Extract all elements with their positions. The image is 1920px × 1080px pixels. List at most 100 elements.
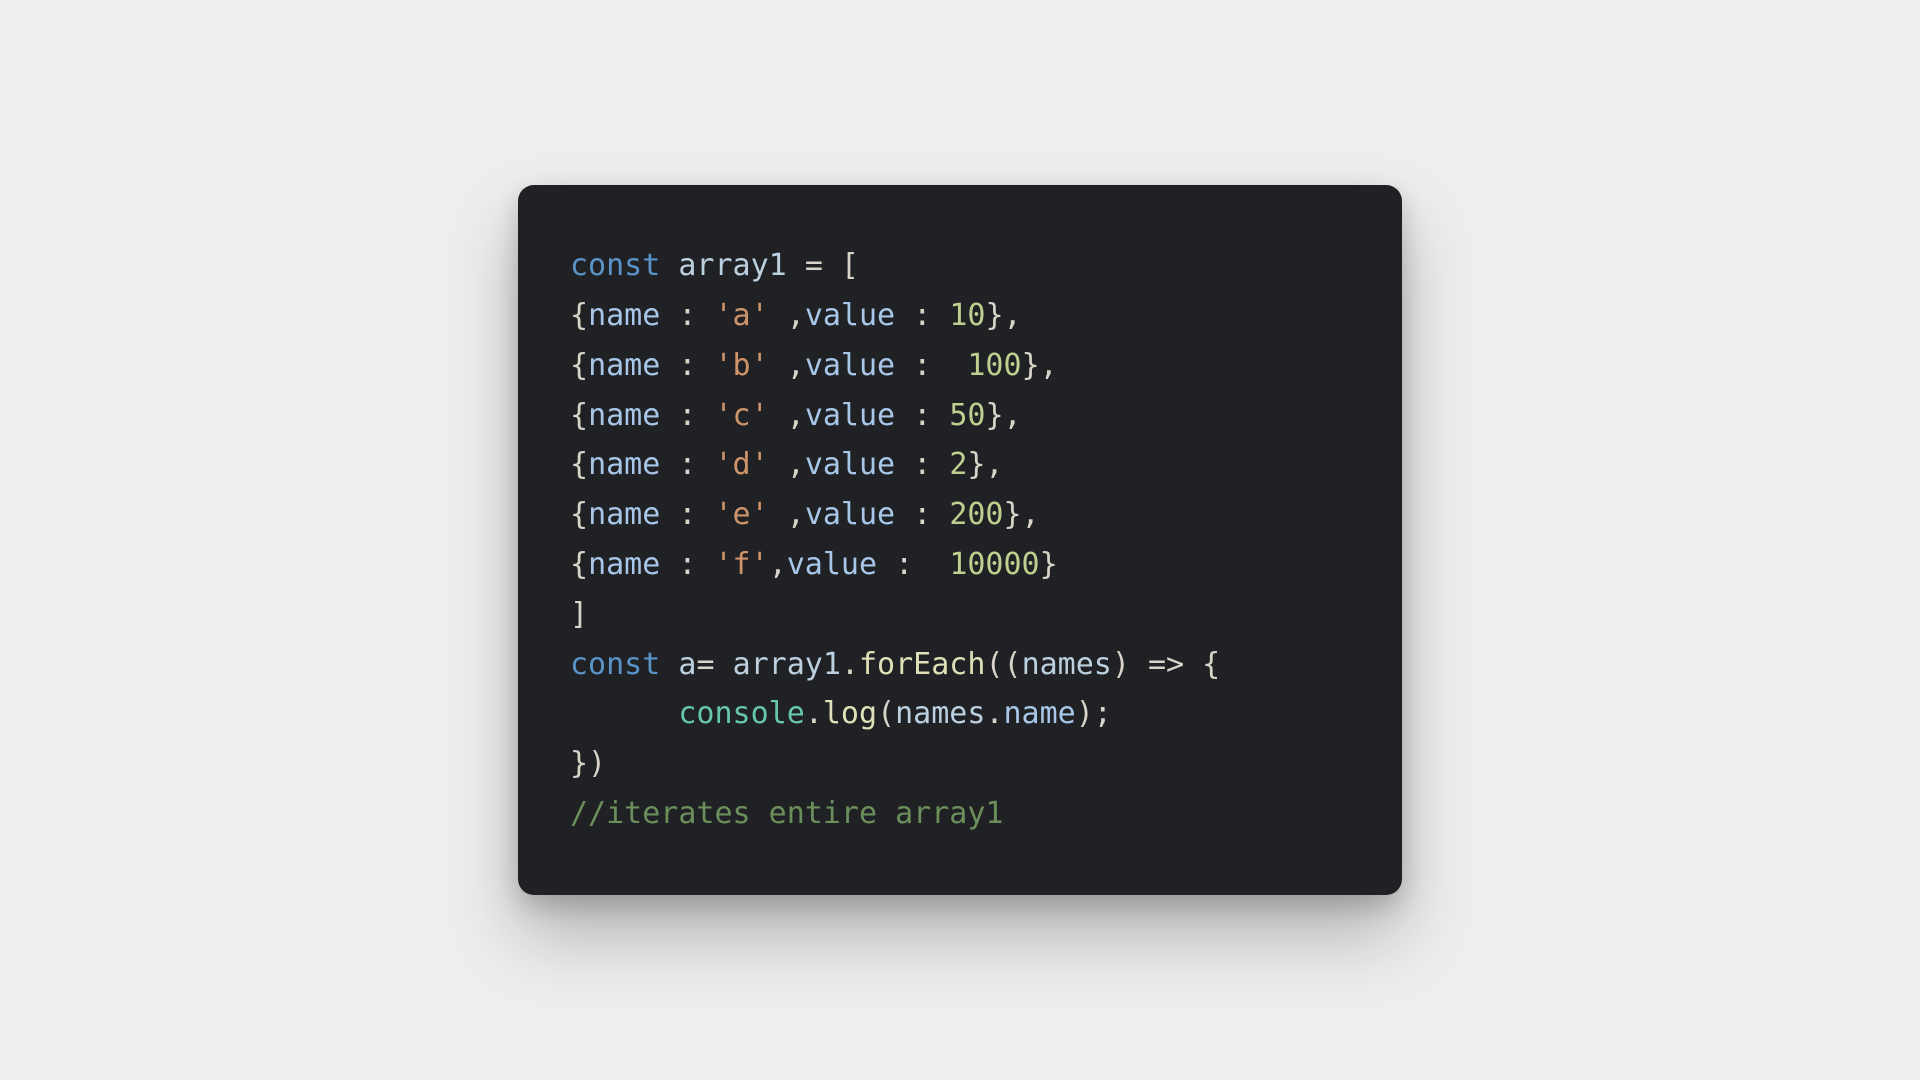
code-token: :: [678, 447, 696, 482]
code-token: [931, 298, 949, 333]
code-token: [913, 547, 949, 582]
code-token: =>: [1148, 647, 1184, 682]
code-line: {name : 'c' ,value : 50},: [570, 398, 1022, 433]
code-card: const array1 = [ {name : 'a' ,value : 10…: [518, 185, 1402, 895]
code-token: [660, 298, 678, 333]
code-token: [895, 298, 913, 333]
code-token: name: [588, 298, 660, 333]
code-token: },: [985, 298, 1021, 333]
code-token: },: [967, 447, 1003, 482]
code-token: [696, 348, 714, 383]
code-token: {: [570, 298, 588, 333]
code-token: [931, 398, 949, 433]
code-token: ,: [769, 348, 805, 383]
code-token: [696, 447, 714, 482]
code-token: [660, 398, 678, 433]
code-token: }: [1040, 547, 1058, 582]
code-token: 100: [967, 348, 1021, 383]
code-token: [877, 547, 895, 582]
code-token: =: [805, 248, 823, 283]
code-token: [660, 447, 678, 482]
code-token: :: [678, 547, 696, 582]
code-token: forEach: [859, 647, 985, 682]
code-token: name: [588, 497, 660, 532]
code-token: const: [570, 248, 678, 283]
code-token: :: [913, 298, 931, 333]
code-line: {name : 'e' ,value : 200},: [570, 497, 1040, 532]
code-token: [895, 497, 913, 532]
code-line: const array1 = [: [570, 248, 859, 283]
code-token: :: [678, 497, 696, 532]
code-token: },: [1004, 497, 1040, 532]
code-token: {: [570, 497, 588, 532]
code-token: 'd': [715, 447, 769, 482]
code-line: }): [570, 746, 606, 781]
code-token: console: [678, 696, 804, 731]
code-token: [660, 547, 678, 582]
code-token: [787, 248, 805, 283]
code-token: [570, 696, 678, 731]
code-token: name: [588, 398, 660, 433]
code-token: ,: [769, 447, 805, 482]
code-token: value: [805, 298, 895, 333]
code-token: [696, 547, 714, 582]
code-token: value: [805, 348, 895, 383]
code-block: const array1 = [ {name : 'a' ,value : 10…: [570, 241, 1350, 839]
code-token: (: [877, 696, 895, 731]
code-line: const a= array1.forEach((names) => {: [570, 647, 1220, 682]
code-line: console.log(names.name);: [570, 696, 1112, 731]
code-line: ]: [570, 597, 588, 632]
code-token: ,: [769, 547, 787, 582]
code-token: {: [570, 447, 588, 482]
code-token: log: [823, 696, 877, 731]
code-token: 'a': [715, 298, 769, 333]
code-token: name: [1004, 696, 1076, 731]
code-token: 200: [949, 497, 1003, 532]
code-token: [660, 348, 678, 383]
code-token: ]: [570, 597, 588, 632]
code-token: :: [895, 547, 913, 582]
code-token: [696, 497, 714, 532]
code-token: 'e': [715, 497, 769, 532]
code-token: :: [678, 298, 696, 333]
code-token: value: [787, 547, 877, 582]
code-token: .: [841, 647, 859, 682]
code-token: names: [895, 696, 985, 731]
code-token: 10000: [949, 547, 1039, 582]
code-line: {name : 'd' ,value : 2},: [570, 447, 1004, 482]
code-token: 50: [949, 398, 985, 433]
code-token: 10: [949, 298, 985, 333]
code-token: value: [805, 398, 895, 433]
code-token: },: [985, 398, 1021, 433]
code-line: //iterates entire array1: [570, 796, 1003, 831]
code-token: :: [913, 348, 931, 383]
code-token: a: [678, 647, 696, 682]
code-line: {name : 'a' ,value : 10},: [570, 298, 1022, 333]
code-token: :: [678, 398, 696, 433]
code-token: ,: [769, 497, 805, 532]
code-token: [696, 298, 714, 333]
code-token: =: [696, 647, 732, 682]
code-token: [895, 348, 913, 383]
code-token: //iterates entire array1: [570, 796, 1003, 831]
code-token: [: [823, 248, 859, 283]
code-token: :: [913, 497, 931, 532]
code-token: [696, 398, 714, 433]
code-token: },: [1022, 348, 1058, 383]
code-token: array1: [678, 248, 786, 283]
code-token: value: [805, 447, 895, 482]
page-stage: const array1 = [ {name : 'a' ,value : 10…: [0, 0, 1920, 1080]
code-token: 'b': [715, 348, 769, 383]
code-token: :: [913, 447, 931, 482]
code-token: name: [588, 547, 660, 582]
code-token: value: [805, 497, 895, 532]
code-token: [895, 398, 913, 433]
code-token: array1: [733, 647, 841, 682]
code-token: ,: [769, 298, 805, 333]
code-token: );: [1076, 696, 1112, 731]
code-line: {name : 'b' ,value : 100},: [570, 348, 1058, 383]
code-token: [895, 447, 913, 482]
code-token: ((: [985, 647, 1021, 682]
code-token: [931, 447, 949, 482]
code-token: ): [1112, 647, 1148, 682]
